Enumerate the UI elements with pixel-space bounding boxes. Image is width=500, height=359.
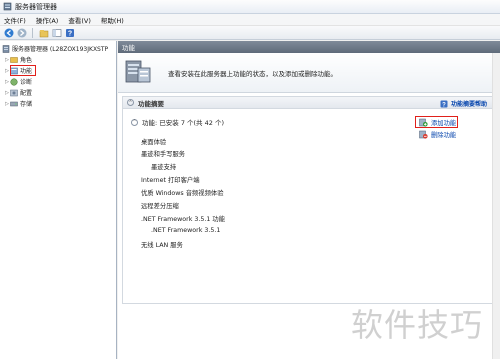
features-banner-icon xyxy=(125,60,151,83)
menu-help[interactable]: 帮助(H) xyxy=(101,15,124,25)
toolbar-separator xyxy=(32,27,33,38)
feature-item: 墨迹和手写服务 xyxy=(141,151,186,158)
menu-view[interactable]: 查看(V) xyxy=(68,15,91,25)
banner-description: 查看安装在此服务器上功能的状态，以及添加或删除功能。 xyxy=(168,70,337,78)
folder-up-icon xyxy=(39,29,48,37)
title-bar: 服务器管理器 xyxy=(0,0,500,14)
content-pane: 功能 查看安装在此服务器上功能的状态，以及添加或删除功能。 ⌃ 功能摘要 ? 功… xyxy=(118,41,500,359)
menu-action[interactable]: 操作(A) xyxy=(36,15,59,25)
content-header: 功能 xyxy=(118,41,500,53)
storage-icon xyxy=(10,101,18,106)
server-icon xyxy=(2,44,10,53)
feature-item: 墨迹支持 xyxy=(151,164,177,171)
tree-item-label: 诊断 xyxy=(20,79,33,86)
remove-features-label: 删除功能 xyxy=(431,132,457,139)
features-banner: 查看安装在此服务器上功能的状态，以及添加或删除功能。 xyxy=(118,53,500,93)
help-icon: ? xyxy=(440,100,448,108)
server-manager-icon xyxy=(3,2,12,11)
feature-item: Internet 打印客户端 xyxy=(141,177,200,184)
remove-features-icon xyxy=(419,130,428,139)
feature-item: .NET Framework 3.5.1 xyxy=(151,227,221,234)
tree-item-diagnostics[interactable]: ▷ 诊断 xyxy=(4,77,32,86)
menu-bar: 文件(F) 操作(A) 查看(V) 帮助(H) xyxy=(0,14,500,26)
installed-summary-text: 功能: 已安装 7 个(共 42 个) xyxy=(142,119,224,127)
feature-item: 远程差分压缩 xyxy=(141,203,179,210)
tree-item-configuration[interactable]: ▷ 配置 xyxy=(4,88,32,97)
remove-features-link[interactable]: 删除功能 xyxy=(419,130,456,139)
feature-item: 无线 LAN 服务 xyxy=(141,242,183,249)
vertical-scrollbar[interactable] xyxy=(492,53,500,359)
section-header: ⌃ 功能摘要 ? 功能摘要帮助 xyxy=(123,97,495,109)
tree-item-roles[interactable]: ▷ 角色 xyxy=(4,55,33,65)
back-arrow-icon xyxy=(4,28,13,37)
svg-text:?: ? xyxy=(442,102,446,108)
features-summary-section: ⌃ 功能摘要 ? 功能摘要帮助 ⌃ 功能: 已安装 7 个(共 42 个) 桌面… xyxy=(122,96,496,304)
help-icon: ? xyxy=(65,28,74,37)
console-tree-icon xyxy=(52,28,61,37)
show-hide-tree-button[interactable] xyxy=(51,27,62,38)
diagnostics-icon xyxy=(10,77,18,86)
navigation-tree: 服务器管理器 (L28ZOX193JKXSTP ▷ 角色 ▷ 功能 ▷ 诊断 ▷… xyxy=(0,41,117,359)
installed-summary: ⌃ 功能: 已安装 7 个(共 42 个) xyxy=(131,117,224,127)
feature-item: .NET Framework 3.5.1 功能 xyxy=(141,216,226,223)
add-features-highlight-box xyxy=(415,116,458,128)
help-button[interactable]: ? xyxy=(64,27,75,38)
features-summary-help-link[interactable]: ? 功能摘要帮助 xyxy=(440,99,487,108)
section-title: 功能摘要 xyxy=(138,99,164,108)
roles-icon xyxy=(10,56,18,63)
tree-item-label: 存储 xyxy=(20,101,33,108)
features-highlight-box xyxy=(10,65,36,76)
collapse-icon[interactable]: ⌃ xyxy=(131,118,138,126)
menu-file[interactable]: 文件(F) xyxy=(4,15,26,25)
tree-item-label: 配置 xyxy=(20,90,33,97)
back-button[interactable] xyxy=(3,27,14,38)
collapse-icon[interactable]: ⌃ xyxy=(127,99,134,106)
forward-arrow-icon xyxy=(17,28,26,37)
tree-item-storage[interactable]: ▷ 存储 xyxy=(4,99,33,109)
help-link-label: 功能摘要帮助 xyxy=(450,101,487,108)
feature-item: 优质 Windows 音频视频体验 xyxy=(141,190,224,197)
tree-root[interactable]: 服务器管理器 (L28ZOX193JKXSTP xyxy=(2,44,108,53)
window-title: 服务器管理器 xyxy=(15,2,57,11)
configuration-icon xyxy=(10,89,18,96)
tree-item-label: 角色 xyxy=(20,57,33,64)
tree-root-label: 服务器管理器 (L28ZOX193JKXSTP xyxy=(12,46,109,53)
feature-item: 桌面体验 xyxy=(141,139,167,146)
up-folder-button[interactable] xyxy=(38,27,49,38)
toolbar: ? xyxy=(0,26,500,40)
svg-text:?: ? xyxy=(67,30,71,37)
forward-button[interactable] xyxy=(16,27,27,38)
